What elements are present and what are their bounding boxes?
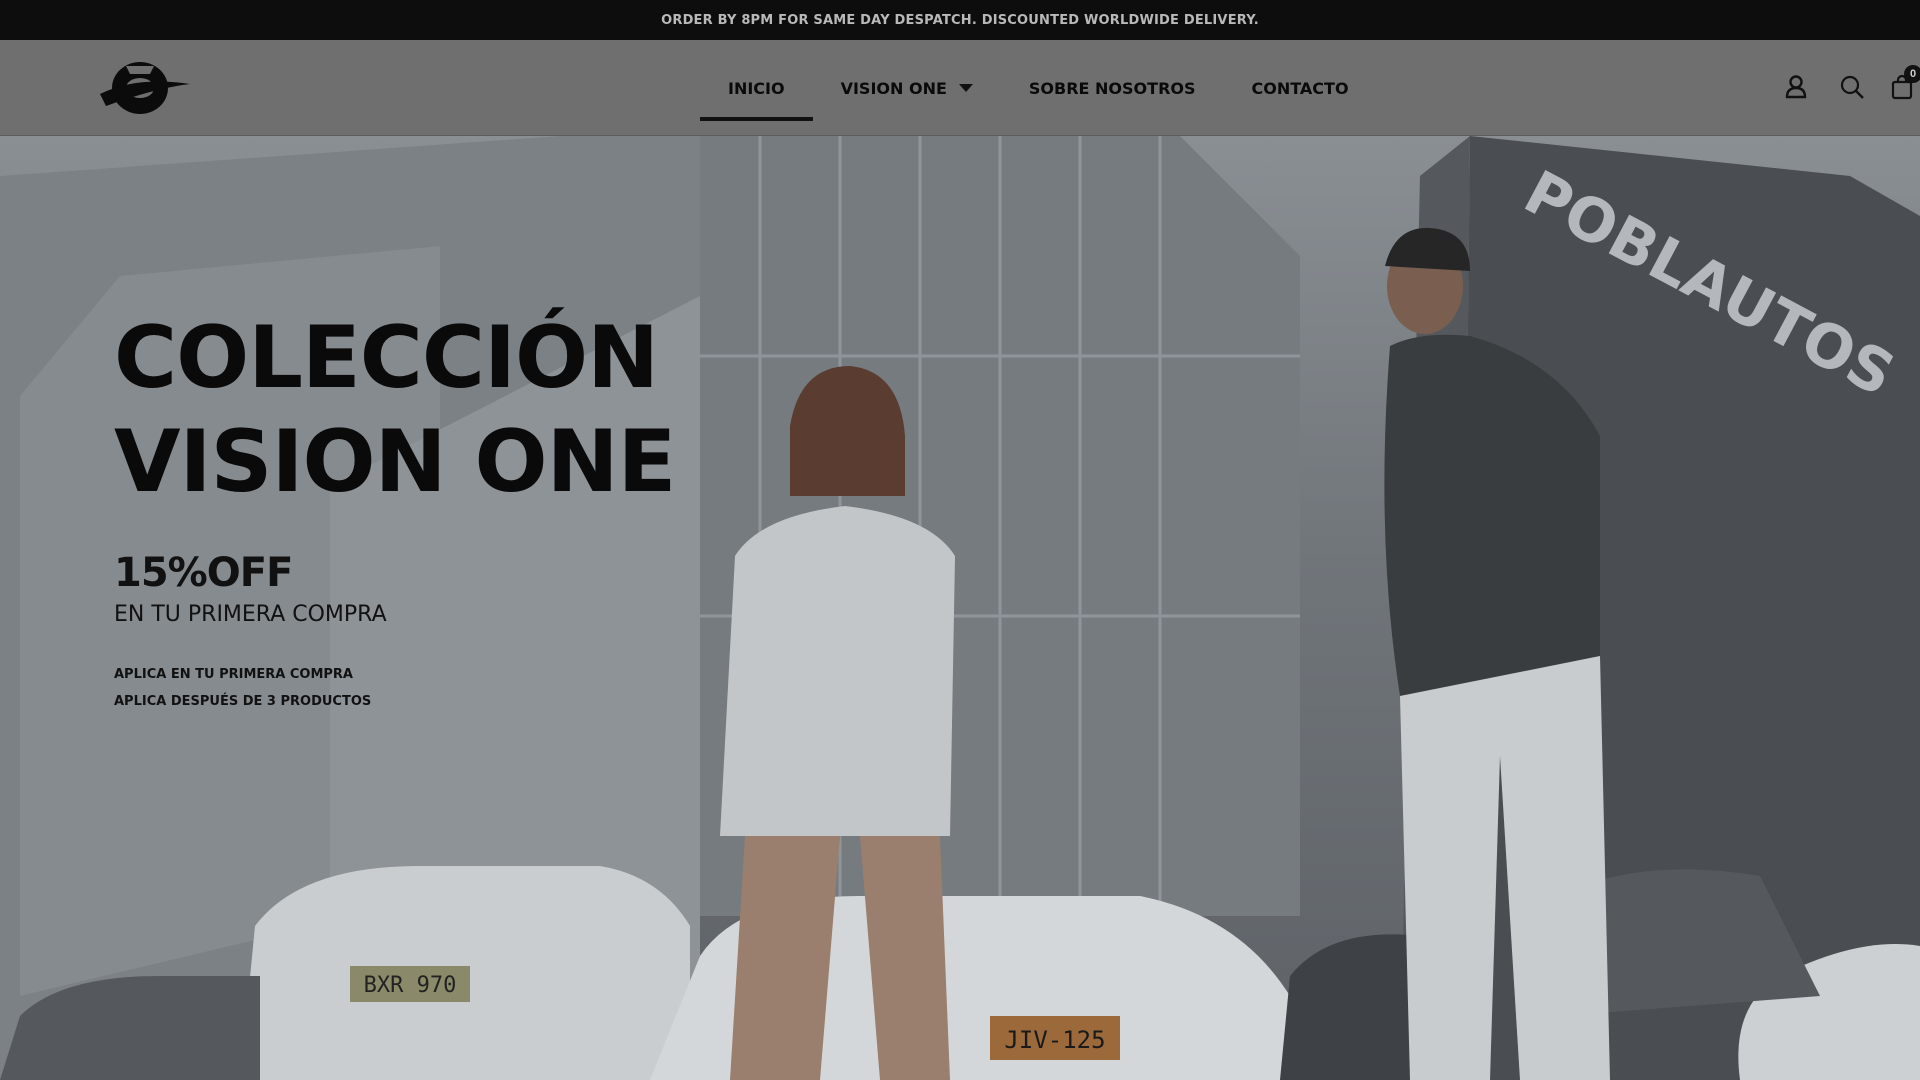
plate-2: JIV-125 (1004, 1026, 1105, 1054)
offer-note-2: APLICA DESPUÉS DE 3 PRODUCTOS (114, 694, 372, 709)
hero-title-line-2: VISION ONE (114, 412, 676, 512)
nav-label: INICIO (728, 78, 785, 98)
offer-subtitle: EN TU PRIMERA COMPRA (114, 602, 387, 627)
plate-1: BXR 970 (364, 973, 457, 998)
brand-logo-icon[interactable] (96, 54, 192, 120)
nav-item-contacto[interactable]: CONTACTO (1224, 40, 1377, 136)
offer-note-1: APLICA EN TU PRIMERA COMPRA (114, 667, 353, 682)
chevron-down-icon (958, 84, 973, 92)
announcement-text: ORDER BY 8PM FOR SAME DAY DESPATCH. DISC… (661, 12, 1259, 28)
hero-title-line-1: COLECCIÓN (114, 308, 659, 408)
nav-item-sobre-nosotros[interactable]: SOBRE NOSOTROS (1001, 40, 1224, 136)
hero-banner: POBLAUTOS BXR 970 JIV-125 COLECCIÓN VISI… (0, 136, 1920, 1080)
nav-label: SOBRE NOSOTROS (1028, 78, 1196, 98)
nav-item-vision-one[interactable]: VISION ONE (813, 40, 1001, 136)
cart-count-badge: 0 (1904, 65, 1920, 83)
nav-label: VISION ONE (840, 78, 947, 98)
nav-label: CONTACTO (1251, 78, 1349, 98)
user-icon[interactable] (1782, 73, 1810, 101)
nav-item-inicio[interactable]: INICIO (700, 40, 813, 136)
header-icons: 0 (1720, 40, 1920, 136)
search-icon[interactable] (1838, 73, 1866, 101)
offer-heading: 15%OFF (114, 550, 293, 596)
announcement-bar: ORDER BY 8PM FOR SAME DAY DESPATCH. DISC… (0, 0, 1920, 40)
hero-copy: COLECCIÓN VISION ONE 15%OFF EN TU PRIMER… (114, 306, 676, 709)
site-header: INICIO VISION ONE SOBRE NOSOTROS CONTACT… (0, 40, 1920, 136)
cart-icon[interactable]: 0 (1888, 65, 1920, 101)
main-nav: INICIO VISION ONE SOBRE NOSOTROS CONTACT… (700, 40, 1377, 136)
